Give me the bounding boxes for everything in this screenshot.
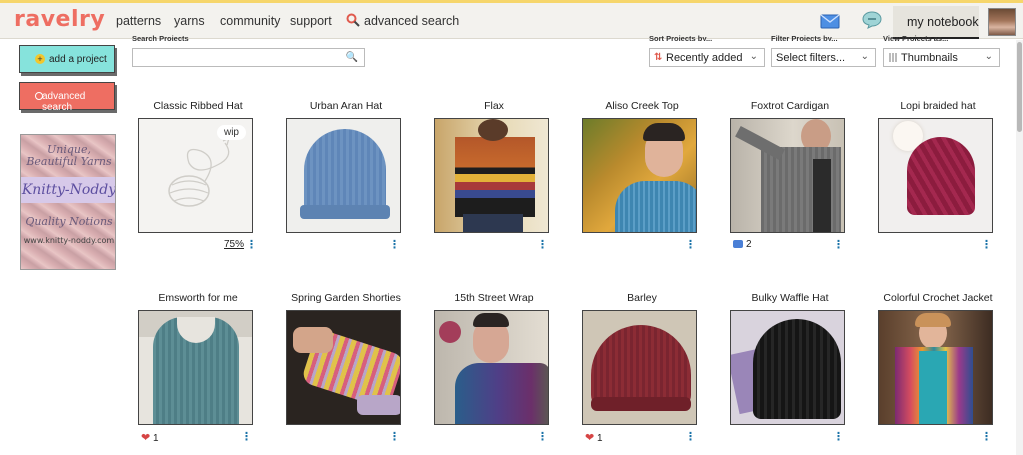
project-card[interactable]: Emsworth for me ❤ 1 ⋮	[125, 292, 271, 447]
chevron-down-icon: ⌄	[984, 51, 993, 62]
search-projects-label: Search Projects	[132, 34, 189, 41]
project-thumbnail[interactable]	[730, 118, 845, 233]
nav-advanced-search[interactable]: advanced search	[364, 14, 459, 28]
nav-yarns[interactable]: yarns	[174, 14, 205, 28]
grid-icon	[889, 53, 898, 62]
scrollbar-thumb[interactable]	[1017, 42, 1022, 132]
view-value: Thumbnails	[901, 52, 958, 64]
project-title[interactable]: Flax	[421, 100, 567, 112]
my-notebook-label: my notebook	[907, 15, 979, 29]
project-card[interactable]: Urban Aran Hat ⋮	[273, 100, 419, 255]
progress-percent: 75%	[224, 239, 245, 250]
chevron-down-icon: ⌄	[860, 51, 869, 62]
project-title[interactable]: Spring Garden Shorties	[273, 292, 419, 304]
favorites-number: 1	[153, 433, 159, 444]
project-title[interactable]: Urban Aran Hat	[273, 100, 419, 112]
project-title[interactable]: Aliso Creek Top	[569, 100, 715, 112]
wip-badge: wip	[216, 125, 246, 140]
plus-icon: +	[35, 54, 45, 64]
project-card[interactable]: Lopi braided hat ⋮	[865, 100, 1011, 255]
view-label: View Projects as...	[883, 34, 949, 41]
chat-icon[interactable]	[862, 11, 882, 29]
project-title[interactable]: Barley	[569, 292, 715, 304]
more-menu-icon[interactable]: ⋮	[833, 238, 844, 251]
more-menu-icon[interactable]: ⋮	[537, 238, 548, 251]
project-card[interactable]: Foxtrot Cardigan 2 ⋮	[717, 100, 863, 255]
project-card[interactable]: Bulky Waffle Hat ⋮	[717, 292, 863, 447]
project-title[interactable]: Foxtrot Cardigan	[717, 100, 863, 112]
sort-select[interactable]: ⇅ Recently added ⌄	[649, 48, 765, 67]
search-icon: 🔍	[345, 52, 358, 63]
project-title[interactable]: Lopi braided hat	[865, 100, 1011, 112]
project-title[interactable]: Bulky Waffle Hat	[717, 292, 863, 304]
more-menu-icon[interactable]: ⋮	[537, 430, 548, 443]
ravelry-logo[interactable]: ravelry	[14, 7, 105, 32]
nav-support[interactable]: support	[290, 14, 332, 28]
project-thumbnail[interactable]	[434, 118, 549, 233]
nav-community[interactable]: community	[220, 14, 280, 28]
search-projects-input[interactable]: 🔍	[132, 48, 365, 67]
avatar[interactable]	[988, 8, 1016, 36]
sort-icon: ⇅	[654, 52, 663, 63]
heart-icon: ❤	[141, 432, 151, 444]
project-thumbnail[interactable]	[138, 310, 253, 425]
sort-value: Recently added	[666, 52, 743, 64]
filter-select[interactable]: Select filters... ⌄	[771, 48, 876, 67]
comments-count: 2	[733, 239, 752, 250]
more-menu-icon[interactable]: ⋮	[241, 430, 252, 443]
more-menu-icon[interactable]: ⋮	[389, 238, 400, 251]
ad-brand: Knitty-Noddy	[21, 182, 116, 198]
more-menu-icon[interactable]: ⋮	[833, 430, 844, 443]
project-thumbnail[interactable]	[878, 118, 993, 233]
project-card[interactable]: Colorful Crochet Jacket ⋮	[865, 292, 1011, 447]
more-menu-icon[interactable]: ⋮	[685, 238, 696, 251]
heart-icon: ❤	[585, 432, 595, 444]
project-thumbnail[interactable]	[878, 310, 993, 425]
more-menu-icon[interactable]: ⋮	[246, 238, 257, 251]
favorites-number: 1	[597, 433, 603, 444]
sort-label: Sort Projects by...	[649, 34, 713, 41]
more-menu-icon[interactable]: ⋮	[389, 430, 400, 443]
project-thumbnail[interactable]	[286, 310, 401, 425]
project-card[interactable]: Aliso Creek Top ⋮	[569, 100, 715, 255]
project-title[interactable]: 15th Street Wrap	[421, 292, 567, 304]
project-card[interactable]: Spring Garden Shorties ⋮	[273, 292, 419, 447]
view-select[interactable]: Thumbnails ⌄	[883, 48, 1000, 67]
project-title[interactable]: Classic Ribbed Hat	[125, 100, 271, 112]
more-menu-icon[interactable]: ⋮	[981, 430, 992, 443]
knitty-noddy-ad[interactable]: Unique, Beautiful Yarns Knitty-Noddy Qua…	[20, 134, 116, 270]
project-thumbnail[interactable]: wip	[138, 118, 253, 233]
project-thumbnail[interactable]	[582, 310, 697, 425]
nav-patterns[interactable]: patterns	[116, 14, 161, 28]
project-thumbnail[interactable]	[582, 118, 697, 233]
favorites-count: ❤ 1	[585, 431, 603, 444]
ad-tagline-3: Quality Notions	[25, 215, 113, 228]
project-card[interactable]: Classic Ribbed Hat wip 75% ⋮	[125, 100, 271, 255]
favorites-count: ❤ 1	[141, 431, 159, 444]
search-icon[interactable]	[346, 13, 360, 27]
ad-tagline-2: Beautiful Yarns	[26, 155, 112, 168]
comment-icon	[733, 240, 743, 248]
ad-url: www.knitty-noddy.com	[23, 236, 115, 245]
more-menu-icon[interactable]: ⋮	[685, 430, 696, 443]
add-project-label: add a project	[49, 54, 107, 65]
project-thumbnail[interactable]	[730, 310, 845, 425]
comments-number: 2	[746, 239, 752, 250]
filter-label: Filter Projects by...	[771, 34, 838, 41]
chevron-down-icon: ⌄	[749, 51, 758, 62]
project-thumbnail[interactable]	[286, 118, 401, 233]
project-title[interactable]: Colorful Crochet Jacket	[865, 292, 1011, 304]
filter-value: Select filters...	[776, 52, 846, 64]
advanced-search-button[interactable]: advanced search	[19, 82, 115, 113]
project-thumbnail[interactable]	[434, 310, 549, 425]
project-card[interactable]: 15th Street Wrap ⋮	[421, 292, 567, 447]
more-menu-icon[interactable]: ⋮	[981, 238, 992, 251]
add-project-button[interactable]: + add a project	[19, 45, 115, 73]
project-card[interactable]: Barley ❤ 1 ⋮	[569, 292, 715, 447]
advanced-search-label: advanced search	[42, 91, 86, 113]
project-card[interactable]: Flax ⋮	[421, 100, 567, 255]
project-title[interactable]: Emsworth for me	[125, 292, 271, 304]
mail-icon[interactable]	[820, 14, 840, 29]
